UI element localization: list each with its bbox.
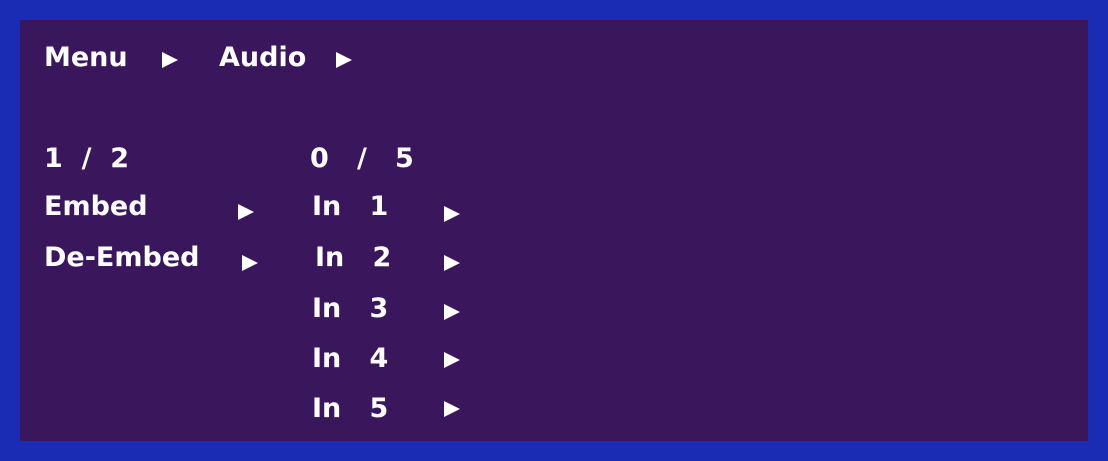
in-5-submenu-arrow-icon[interactable]	[444, 401, 460, 417]
breadcrumb-arrow-icon	[162, 52, 178, 68]
menu-item-in-3[interactable]: In 3	[312, 294, 388, 324]
column-2-page-indicator: 0 / 5	[310, 143, 414, 174]
in-4-submenu-arrow-icon[interactable]	[444, 352, 460, 368]
menu-item-in-1[interactable]: In 1	[312, 192, 388, 222]
in-3-submenu-arrow-icon[interactable]	[444, 304, 460, 320]
menu-item-in-2[interactable]: In 2	[315, 243, 391, 273]
menu-item-de-embed[interactable]: De-Embed	[44, 243, 199, 273]
de-embed-submenu-arrow-icon[interactable]	[242, 255, 258, 271]
menu-item-in-4[interactable]: In 4	[312, 344, 388, 374]
in-1-submenu-arrow-icon[interactable]	[444, 206, 460, 222]
breadcrumb-audio[interactable]: Audio	[219, 43, 306, 73]
column-1-page-indicator: 1 / 2	[44, 143, 130, 174]
breadcrumb-menu[interactable]: Menu	[44, 43, 128, 73]
menu-item-embed[interactable]: Embed	[44, 192, 148, 222]
osd-menu-screen: Menu Audio 1 / 2 Embed De-Embed 0 / 5 In…	[0, 0, 1108, 461]
menu-item-in-5[interactable]: In 5	[312, 394, 388, 424]
embed-submenu-arrow-icon[interactable]	[238, 204, 254, 220]
in-2-submenu-arrow-icon[interactable]	[444, 255, 460, 271]
breadcrumb-arrow-icon	[336, 52, 352, 68]
